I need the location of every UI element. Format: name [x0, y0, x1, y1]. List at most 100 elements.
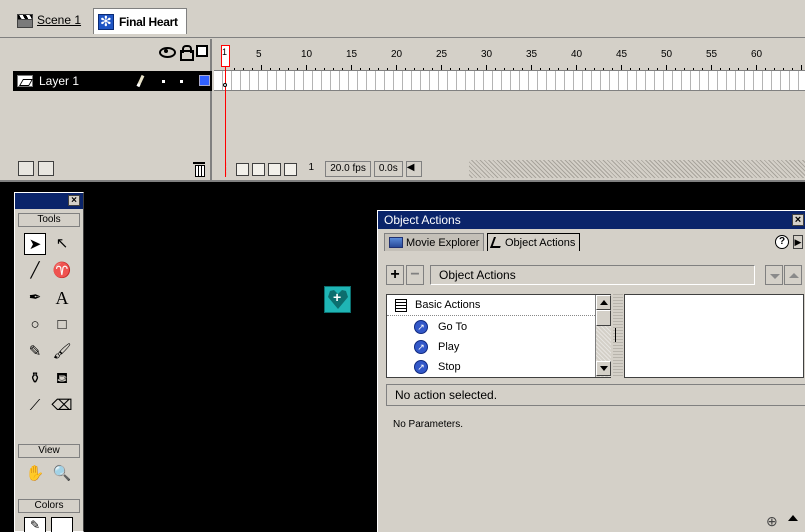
tab-object-actions[interactable]: Object Actions [487, 233, 581, 251]
insert-layer-icon[interactable] [18, 161, 34, 176]
timeline-scroll-track[interactable] [469, 160, 805, 178]
ruler-tick [243, 68, 244, 70]
ruler-tick [666, 65, 667, 70]
ruler-tick [594, 68, 595, 70]
ruler-tick [684, 68, 685, 70]
symbol-breadcrumb[interactable]: Final Heart [93, 8, 187, 34]
layer-name[interactable]: Layer 1 [39, 74, 79, 88]
scroll-thumb[interactable] [596, 310, 611, 326]
panel-titlebar[interactable]: Object Actions × [378, 211, 805, 229]
subselect-tool-icon[interactable]: ↖ [51, 233, 73, 255]
zoom-tool-icon[interactable]: 🔍 [51, 463, 73, 485]
list-item[interactable]: ↗ Play [387, 336, 595, 357]
text-tool-icon[interactable]: A [51, 287, 73, 309]
toolbox-titlebar[interactable]: × [15, 193, 83, 209]
list-item[interactable]: Basic Actions [387, 295, 595, 316]
tab-movie-explorer[interactable]: Movie Explorer [384, 233, 485, 251]
close-icon[interactable]: × [68, 195, 80, 206]
add-action-button[interactable]: + [386, 265, 404, 285]
onion-skin-outlines-icon[interactable] [252, 162, 266, 176]
heart-symbol-instance[interactable]: + [324, 286, 351, 313]
visibility-dot[interactable] [162, 80, 165, 83]
close-icon[interactable]: × [792, 214, 804, 226]
actions-toolbar: + − Object Actions [386, 263, 805, 287]
list-item[interactable]: ↗ Go To [387, 316, 595, 337]
scroll-down-button[interactable] [596, 361, 611, 376]
frame-rate: 20.0 fps [325, 161, 371, 177]
ruler-tick [378, 68, 379, 70]
ruler-tick [711, 65, 712, 70]
book-icon [395, 298, 407, 312]
scroll-up-button[interactable] [596, 295, 611, 310]
trash-icon[interactable] [193, 162, 205, 177]
arrow-tool-icon[interactable]: ➤ [24, 233, 46, 255]
scroll-left-button[interactable]: ◀ [405, 161, 422, 177]
scene-breadcrumb[interactable]: Scene 1 [16, 11, 81, 29]
dropper-tool-icon[interactable]: ⟋ [24, 395, 46, 417]
layer-outline-color[interactable] [199, 75, 210, 86]
ruler-tick [252, 68, 253, 70]
paint-bucket-tool-icon[interactable]: ⛾ [51, 368, 73, 390]
onion-skin-icon[interactable] [236, 162, 250, 176]
ruler-tick [648, 68, 649, 70]
list-scrollbar[interactable] [595, 295, 611, 377]
pencil-tool-icon[interactable]: ✎ [24, 341, 46, 363]
ruler-tick [567, 68, 568, 70]
stroke-color-icon[interactable]: ✎ [24, 517, 46, 532]
script-pane[interactable] [624, 294, 804, 378]
lock-icon[interactable] [180, 45, 194, 61]
timeline-ruler[interactable]: 5 10 15 20 25 30 35 40 45 50 55 60 [214, 39, 805, 71]
move-down-button[interactable] [765, 265, 783, 285]
timeline-status-bar: ┆ 1 20.0 fps 0.0s ◀ [214, 158, 805, 180]
pen-tool-icon[interactable]: ✒ [24, 287, 46, 309]
line-tool-icon[interactable]: ╱ [24, 260, 46, 282]
panel-menu-arrow-icon[interactable]: ▶ [793, 235, 803, 249]
rectangle-tool-icon[interactable]: □ [51, 314, 73, 336]
ink-bottle-tool-icon[interactable]: ⚱ [24, 368, 46, 390]
ruler-tick [747, 68, 748, 70]
move-up-button[interactable] [784, 265, 802, 285]
target-icon[interactable]: ⊕ [766, 513, 778, 530]
scene-label[interactable]: Scene 1 [37, 13, 81, 27]
list-item[interactable]: ↗ Stop [387, 356, 595, 377]
ruler-tick [702, 68, 703, 70]
tab-label: Object Actions [505, 236, 576, 249]
action-arrow-icon: ↗ [414, 339, 428, 354]
ruler-tick [513, 68, 514, 70]
lock-dot[interactable] [180, 80, 183, 83]
ruler-tick [459, 68, 460, 70]
help-icon[interactable]: ? [775, 235, 789, 249]
panel-title: Object Actions [384, 213, 461, 227]
collapse-arrow-icon[interactable] [788, 515, 798, 521]
lasso-tool-icon[interactable]: ♈ [51, 260, 73, 282]
keyframe[interactable] [223, 83, 227, 87]
layer-row[interactable]: Layer 1 [13, 71, 212, 91]
ruler-tick [288, 68, 289, 70]
ruler-tick [414, 68, 415, 70]
center-frame-icon[interactable]: ┆ [222, 162, 229, 176]
eraser-tool-icon[interactable]: ⌫ [51, 395, 73, 417]
ruler-tick [324, 68, 325, 70]
action-arrow-icon: ↗ [414, 359, 428, 374]
eye-icon[interactable] [159, 46, 176, 58]
outline-icon[interactable] [196, 45, 208, 57]
modify-onion-markers-icon[interactable] [284, 162, 298, 176]
registration-point-icon: + [333, 289, 342, 305]
ruler-tick [603, 68, 604, 70]
oval-tool-icon[interactable]: ○ [24, 314, 46, 336]
pane-splitter[interactable] [613, 294, 623, 378]
add-guide-layer-icon[interactable] [38, 161, 54, 176]
fill-color-swatch[interactable] [51, 517, 73, 532]
ruler-tick [531, 65, 532, 70]
edit-multiple-frames-icon[interactable] [268, 162, 282, 176]
layer-frames[interactable] [214, 71, 805, 91]
layer-header-icons [159, 45, 208, 61]
hand-tool-icon[interactable]: ✋ [24, 463, 46, 485]
remove-action-button[interactable]: − [406, 265, 424, 285]
ruler-tick [765, 68, 766, 70]
brush-tool-icon[interactable]: 🖌 [51, 341, 73, 363]
ruler-tick [333, 68, 334, 70]
ruler-tick [468, 68, 469, 70]
ruler-tick [369, 68, 370, 70]
ruler-tick [792, 68, 793, 70]
